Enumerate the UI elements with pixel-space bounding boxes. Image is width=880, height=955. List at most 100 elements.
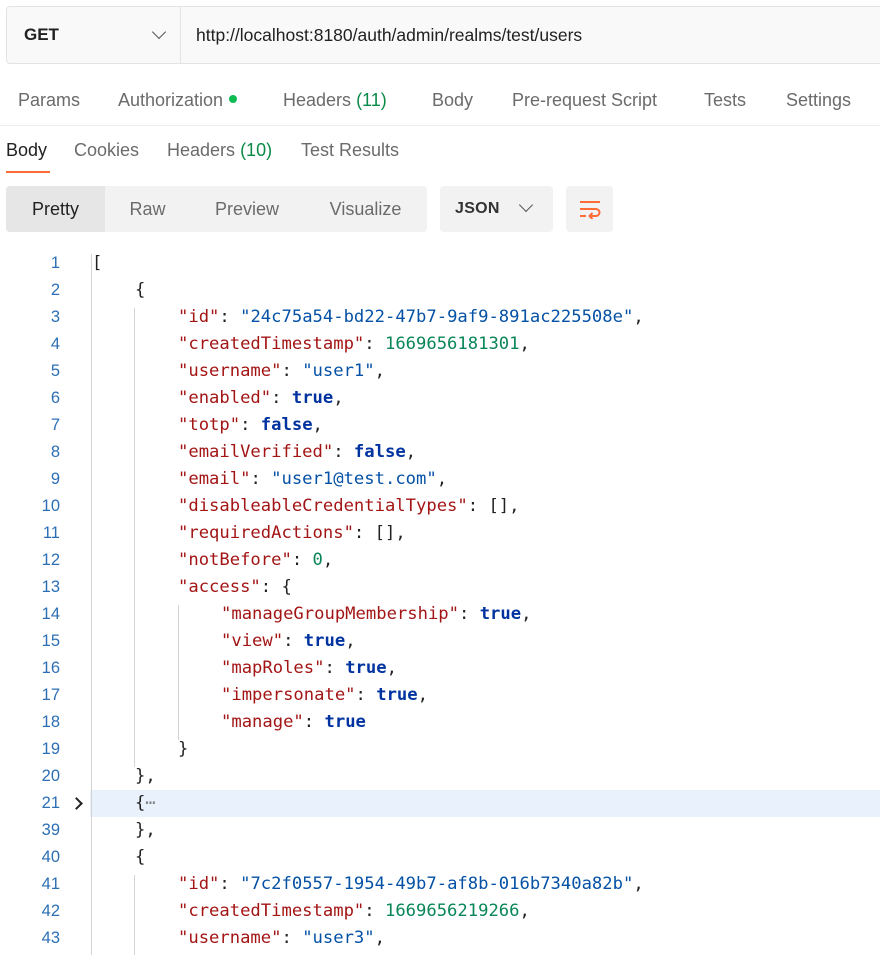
auth-status-dot-icon [229, 95, 238, 104]
code-line: 9 "email": "user1@test.com", [0, 466, 880, 493]
code-line: 20}, [0, 763, 880, 790]
code-line: 8 "emailVerified": false, [0, 439, 880, 466]
code-text: "createdTimestamp": 1669656219266, [178, 898, 530, 925]
code-token: : [324, 658, 346, 678]
code-token: "access" [178, 577, 261, 597]
format-label: JSON [455, 200, 500, 217]
code-text: {⋯ [135, 790, 156, 817]
expand-chevron-icon[interactable] [70, 797, 83, 810]
code-token: , [374, 928, 385, 948]
line-number: 15 [41, 632, 60, 650]
code-line: 15 "view": true, [0, 628, 880, 655]
line-number: 19 [41, 740, 60, 758]
code-token: "notBefore" [178, 550, 292, 570]
code-text: "view": true, [221, 628, 356, 655]
code-token: true [324, 712, 366, 732]
code-token: : [250, 469, 272, 489]
code-token: "totp" [178, 415, 241, 435]
code-token: 0 [312, 550, 323, 570]
code-token: , [374, 361, 385, 381]
response-body-code[interactable]: 1[2{3 "id": "24c75a54-bd22-47b7-9af9-891a… [0, 250, 880, 955]
tab-headers[interactable]: Headers (11) [283, 90, 387, 111]
code-token: 1669656219266 [384, 901, 520, 921]
code-text: "email": "user1@test.com", [178, 466, 447, 493]
code-token: 1669656181301 [384, 334, 520, 354]
line-number: 7 [50, 416, 60, 434]
code-text: [ [92, 250, 102, 277]
response-tab-test-results[interactable]: Test Results [301, 140, 399, 161]
tab-authorization[interactable]: Authorization [118, 90, 238, 111]
pretty-button[interactable]: Pretty [6, 186, 105, 232]
indent-guide [91, 254, 92, 955]
code-line: 21 {⋯ [42, 790, 880, 817]
line-number: 8 [50, 443, 60, 461]
code-token: : [281, 361, 303, 381]
code-token: ⋯ [145, 793, 156, 813]
response-tab-cookies[interactable]: Cookies [74, 140, 139, 161]
tab-settings[interactable]: Settings [786, 90, 851, 111]
tab-prerequest-script[interactable]: Pre-request Script [512, 90, 657, 111]
code-token: true [345, 658, 387, 678]
code-line: 10 "disableableCredentialTypes": [], [0, 493, 880, 520]
line-number: 6 [50, 389, 60, 407]
code-text: "emailVerified": false, [178, 439, 416, 466]
code-token: "id" [178, 307, 220, 327]
code-token: "username" [178, 928, 282, 948]
code-token: , [633, 874, 644, 894]
response-tab-body[interactable]: Body [6, 140, 47, 161]
code-text: "totp": false, [178, 412, 323, 439]
code-text: "disableableCredentialTypes": [], [178, 493, 520, 520]
code-token: [ [92, 253, 103, 273]
tab-params[interactable]: Params [18, 90, 80, 111]
code-text: } [178, 736, 188, 763]
code-token: false [353, 442, 406, 462]
indent-guide [134, 308, 135, 767]
code-line: 39}, [0, 817, 880, 844]
code-token: }, [135, 820, 156, 840]
line-number: 12 [41, 551, 60, 569]
line-number: 16 [41, 659, 60, 677]
code-token: "username" [178, 361, 282, 381]
code-token: true [376, 685, 418, 705]
code-token: true [303, 631, 346, 651]
code-token: : [364, 334, 385, 354]
line-number: 4 [50, 335, 60, 353]
active-tab-indicator [6, 171, 50, 173]
line-number: 42 [41, 902, 60, 920]
url-input[interactable]: http://localhost:8180/auth/admin/realms/… [181, 7, 880, 63]
code-token: "email" [178, 469, 251, 489]
code-token: : { [260, 577, 292, 597]
code-token: , [436, 469, 448, 489]
code-token: , [405, 442, 417, 462]
response-tab-headers[interactable]: Headers (10) [167, 140, 272, 161]
code-token: "requiredActions" [178, 523, 354, 543]
line-number: 43 [41, 929, 60, 947]
code-line: 12 "notBefore": 0, [0, 547, 880, 574]
code-token: "disableableCredentialTypes" [178, 496, 468, 516]
code-token: : [303, 712, 325, 732]
line-number: 3 [50, 308, 60, 326]
code-text: "username": "user1", [178, 358, 385, 385]
tab-tests[interactable]: Tests [704, 90, 746, 111]
code-line: 13 "access": { [0, 574, 880, 601]
wrap-lines-button[interactable] [566, 186, 613, 232]
indent-guide [178, 605, 179, 740]
code-line: 3 "id": "24c75a54-bd22-47b7-9af9-891ac225… [0, 304, 880, 331]
tab-headers-label: Headers [283, 90, 352, 110]
code-line: 5 "username": "user1", [0, 358, 880, 385]
preview-button[interactable]: Preview [190, 186, 304, 232]
format-select[interactable]: JSON [440, 186, 553, 232]
visualize-button[interactable]: Visualize [304, 186, 427, 232]
response-headers-count: (10) [240, 140, 273, 160]
method-select[interactable]: GET [7, 7, 181, 63]
code-line: 43 "username": "user3", [0, 925, 880, 952]
code-token: "user3" [302, 928, 375, 948]
line-number: 39 [41, 821, 60, 839]
code-text: "mapRoles": true, [221, 655, 397, 682]
raw-button[interactable]: Raw [105, 186, 190, 232]
code-text: "requiredActions": [], [178, 520, 406, 547]
code-text: "impersonate": true, [221, 682, 428, 709]
code-token: : [219, 307, 241, 327]
headers-count: (11) [356, 90, 387, 110]
tab-body[interactable]: Body [432, 90, 473, 111]
